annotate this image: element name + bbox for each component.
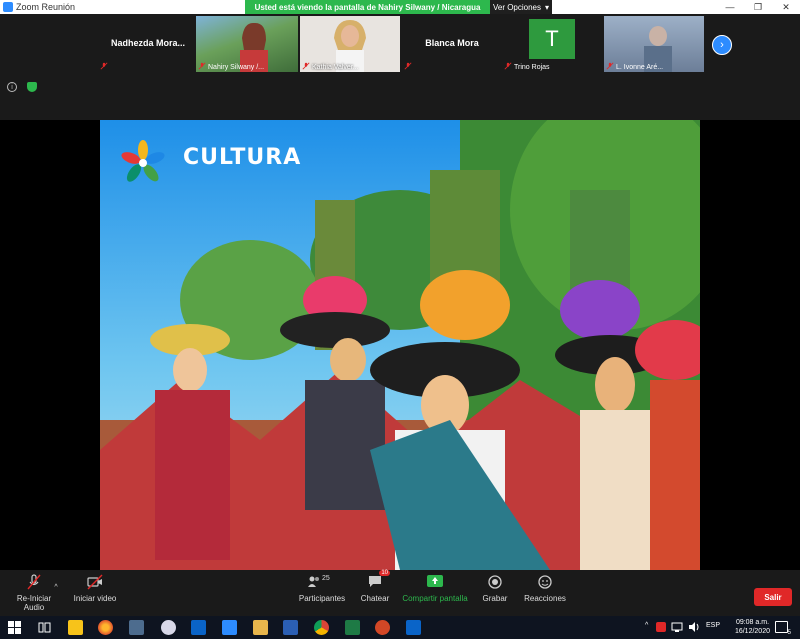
record-button-label: Grabar: [482, 594, 508, 603]
windows-start-icon[interactable]: [7, 620, 22, 635]
powerpoint-icon[interactable]: [375, 620, 390, 635]
paint-icon[interactable]: [161, 620, 176, 635]
muted-mic-icon: [198, 62, 206, 70]
sticky-notes-icon[interactable]: [68, 620, 83, 635]
outlook-alt-icon[interactable]: [406, 620, 421, 635]
participant-tile[interactable]: Blanca Mora: [402, 16, 502, 72]
participant-name: Nahiry Silwany /...: [208, 64, 265, 71]
audio-button-label: Re-Iniciar Audio: [16, 594, 52, 612]
flower-logo-icon: [121, 140, 165, 182]
muted-mic-icon: [25, 574, 43, 590]
participant-name: Trino Rojas: [514, 64, 550, 71]
participants-button[interactable]: 25 Participantes: [296, 574, 348, 603]
participant-tile[interactable]: L. Ivonne Aré...: [604, 16, 704, 72]
chat-badge: 10: [379, 570, 390, 576]
shared-screen: CULTURA: [0, 120, 800, 570]
video-button[interactable]: Iniciar video: [72, 574, 118, 603]
share-banner: Usted está viendo la pantalla de Nahiry …: [245, 0, 490, 14]
zoom-app-icon: [3, 2, 13, 12]
chevron-right-icon: ›: [720, 39, 724, 51]
festival-photo: [100, 120, 700, 570]
security-shield-icon[interactable]: [27, 82, 37, 92]
view-options-label: Ver Opciones: [492, 2, 541, 12]
slide-title: CULTURA: [183, 145, 302, 170]
share-screen-button[interactable]: Compartir pantalla: [402, 574, 468, 603]
word-icon[interactable]: [283, 620, 298, 635]
windows-taskbar: ^ ESP 09:08 a.m. 16/12/2020 5: [0, 616, 800, 639]
next-page-button[interactable]: ›: [712, 35, 732, 55]
participant-tile[interactable]: T Trino Rojas: [502, 16, 602, 72]
record-icon: [486, 574, 504, 590]
meeting-info-row: i: [0, 76, 800, 120]
chat-button[interactable]: 10 Chatear: [360, 570, 390, 603]
calculator-icon[interactable]: [129, 620, 144, 635]
meeting-toolbar: Re-Iniciar Audio ^ Iniciar video 25 Part…: [0, 570, 800, 616]
firefox-icon[interactable]: [98, 620, 113, 635]
chat-button-label: Chatear: [360, 594, 390, 603]
muted-mic-icon: [504, 62, 512, 70]
participant-tile[interactable]: Nadhezda Mora...: [98, 16, 198, 72]
participant-name: L. Ivonne Aré...: [616, 64, 664, 71]
file-explorer-icon[interactable]: [253, 620, 268, 635]
reactions-button[interactable]: Reacciones: [522, 574, 568, 603]
system-clock[interactable]: 09:08 a.m. 16/12/2020: [735, 618, 770, 636]
record-button[interactable]: Grabar: [480, 574, 510, 603]
outlook-icon[interactable]: [191, 620, 206, 635]
share-screen-label: Compartir pantalla: [402, 594, 468, 603]
muted-mic-icon: [302, 62, 310, 70]
audio-button[interactable]: Re-Iniciar Audio: [6, 574, 62, 612]
chevron-down-icon: ▾: [545, 2, 550, 12]
reactions-button-label: Reacciones: [524, 594, 566, 603]
audio-options-caret[interactable]: ^: [52, 584, 60, 591]
participant-avatar: T: [529, 19, 575, 59]
maximize-button[interactable]: ❐: [744, 0, 772, 14]
network-icon[interactable]: [671, 621, 683, 633]
view-options-button[interactable]: Ver Opciones ▾: [490, 0, 552, 14]
video-off-icon: [86, 574, 104, 590]
participant-tile[interactable]: Kathia Valver...: [300, 16, 400, 72]
participants-button-label: Participantes: [298, 594, 346, 603]
excel-icon[interactable]: [345, 620, 360, 635]
notifications-icon[interactable]: 5: [775, 621, 791, 636]
window-controls: — ❐ ✕: [716, 0, 800, 14]
chrome-icon[interactable]: [314, 620, 329, 635]
leave-button[interactable]: Salir: [754, 588, 792, 606]
language-indicator[interactable]: ESP: [706, 622, 720, 629]
muted-mic-icon: [404, 62, 412, 70]
muted-mic-icon: [606, 62, 614, 70]
participant-tile[interactable]: Nahiry Silwany /...: [196, 16, 298, 72]
video-button-label: Iniciar video: [73, 594, 117, 603]
chat-icon: 10: [366, 570, 390, 590]
clock-time: 09:08 a.m.: [735, 619, 770, 626]
minimize-button[interactable]: —: [716, 0, 744, 14]
participants-count: 25: [322, 575, 330, 582]
participant-name: Nadhezda Mora...: [110, 38, 185, 48]
info-icon[interactable]: i: [7, 82, 17, 92]
window-title: Zoom Reunión: [16, 2, 76, 12]
reaction-smiley-icon: [536, 574, 554, 590]
clock-date: 16/12/2020: [734, 628, 770, 635]
muted-mic-icon: [100, 62, 108, 70]
participant-name: Blanca Mora: [425, 38, 479, 48]
notification-count: 5: [787, 630, 791, 636]
zoom-taskbar-icon[interactable]: [222, 620, 237, 635]
volume-icon[interactable]: [688, 621, 700, 633]
tray-chevron-up-icon[interactable]: ^: [645, 622, 648, 629]
participants-icon: 25: [307, 574, 337, 590]
task-view-icon[interactable]: [37, 620, 52, 635]
share-screen-icon: [426, 574, 444, 590]
close-button[interactable]: ✕: [772, 0, 800, 14]
shared-slide: CULTURA: [100, 120, 700, 570]
participant-gallery: Nadhezda Mora... Nahiry Silwany /... Kat…: [0, 14, 800, 76]
participant-name: Kathia Valver...: [312, 64, 359, 71]
antivirus-tray-icon[interactable]: [656, 622, 666, 632]
